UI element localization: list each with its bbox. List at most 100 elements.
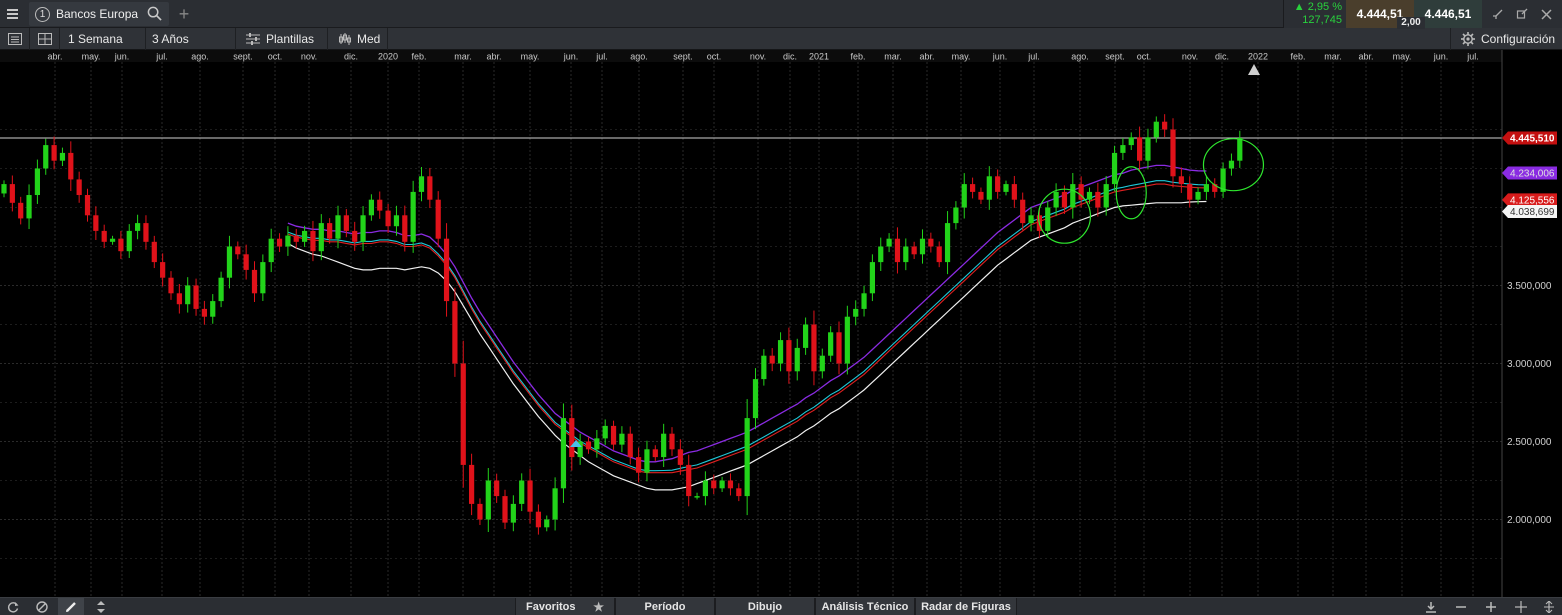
candle-body (836, 332, 842, 364)
candle-body (1187, 184, 1193, 200)
zoom-in-icon[interactable] (1478, 598, 1504, 615)
x-tick-label: sept. (233, 52, 253, 62)
list-view-button[interactable] (0, 28, 30, 50)
candle-body (276, 238, 283, 247)
candlestick-icon (339, 33, 351, 45)
candle-body (585, 441, 592, 450)
pattern-radar-button[interactable]: Radar de Figuras (915, 598, 1017, 615)
minimize-icon[interactable] (1492, 8, 1504, 20)
candle-body (502, 496, 508, 523)
candle-body (160, 262, 166, 278)
scale-adjust-icon[interactable] (1536, 598, 1562, 615)
x-tick-label: nov. (301, 52, 317, 62)
candle-body (886, 238, 892, 247)
settings-label: Configuración (1481, 32, 1556, 46)
candle-body (853, 308, 859, 317)
price-chart[interactable]: abr. may. jun. jul. ago. sept. oct. nov. dic. 202… (0, 50, 1562, 597)
candle-body (811, 324, 817, 372)
candle-body (260, 262, 266, 294)
candle-body (310, 230, 316, 252)
candle-body (9, 184, 15, 203)
candle-body (135, 223, 141, 231)
y-tick-label: 2.500,000 (1507, 437, 1552, 448)
pencil-icon[interactable] (58, 598, 84, 615)
search-icon[interactable] (147, 6, 162, 21)
refresh-icon[interactable] (0, 598, 26, 615)
x-tick-label: may. (952, 52, 971, 62)
range-selector[interactable]: 3 Años (146, 28, 236, 50)
candle-body (151, 241, 157, 263)
candle-body (460, 363, 466, 465)
x-tick-label: abr. (1358, 52, 1373, 62)
candle-body (185, 285, 191, 305)
candle-body (285, 235, 291, 247)
sliders-icon (246, 33, 260, 45)
price-axis-label-text: 4.125,556 (1510, 196, 1555, 207)
favorites-button[interactable]: Favoritos ★ (515, 598, 615, 615)
settings-button[interactable]: Configuración (1450, 28, 1562, 50)
crosshair-icon[interactable] (1508, 598, 1534, 615)
x-tick-label: feb. (411, 52, 426, 62)
candle-body (226, 246, 233, 278)
change-percent: ▲ 2,95 % (1293, 1, 1342, 13)
x-tick-label: may. (82, 52, 101, 62)
candle-body (168, 277, 174, 294)
candle-body (1103, 184, 1109, 208)
candle-body (894, 238, 901, 263)
candle-body (352, 230, 358, 242)
disable-icon[interactable] (29, 598, 55, 615)
x-tick-label: oct. (1137, 52, 1152, 62)
candle-body (109, 238, 116, 242)
candle-body (828, 332, 834, 356)
candle-body (1162, 121, 1168, 130)
candle-body (919, 238, 926, 255)
candle-body (1203, 184, 1209, 192)
candle-body (443, 238, 450, 302)
sort-arrows-icon[interactable] (88, 598, 114, 615)
timeframe-selector[interactable]: 1 Semana (60, 28, 146, 50)
y-tick-label: 3.000,000 (1507, 359, 1552, 370)
menu-icon[interactable] (0, 0, 24, 28)
candle-body (803, 324, 809, 348)
price-type-selector[interactable]: Med (328, 28, 388, 50)
candle-body (34, 168, 40, 196)
candle-body (477, 503, 483, 520)
zoom-out-icon[interactable] (1448, 598, 1474, 615)
candle-body (26, 195, 32, 219)
candle-body (736, 488, 742, 497)
candle-body (235, 246, 241, 255)
candle-body (911, 246, 917, 255)
drawing-menu-button[interactable]: Dibujo (715, 598, 815, 615)
candle-body (84, 195, 91, 216)
candle-body (1011, 184, 1017, 200)
x-tick-label: mar. (1324, 52, 1342, 62)
candle-body (686, 464, 692, 497)
x-tick-label: jun. (114, 52, 130, 62)
candle-body (602, 425, 608, 439)
candle-body (494, 480, 500, 497)
x-tick-label: jun. (1433, 52, 1449, 62)
download-icon[interactable] (1418, 598, 1444, 615)
sell-price-button[interactable]: 4.444,51 2,00 (1346, 0, 1425, 29)
x-tick-label: abr. (919, 52, 934, 62)
popout-icon[interactable] (1516, 8, 1528, 20)
close-icon[interactable] (1541, 8, 1552, 20)
x-tick-label: jun. (992, 52, 1008, 62)
instrument-tab[interactable]: 1 Bancos Europa (29, 2, 169, 26)
instrument-title: Bancos Europa (56, 7, 139, 21)
candle-body (752, 379, 759, 419)
candle-body (402, 215, 408, 242)
candle-body (1095, 191, 1101, 208)
candle-body (878, 246, 884, 263)
candle-body (786, 340, 792, 372)
candle-body (101, 230, 107, 242)
candle-body (343, 215, 349, 231)
x-tick-label: sept. (1105, 52, 1125, 62)
period-menu-button[interactable]: Período (615, 598, 715, 615)
layout-button[interactable] (30, 28, 60, 50)
candle-body (435, 199, 441, 239)
technical-analysis-button[interactable]: Análisis Técnico (815, 598, 915, 615)
x-tick-label: jul. (1466, 52, 1479, 62)
templates-button[interactable]: Plantillas (236, 28, 328, 50)
add-tab-button[interactable]: + (172, 0, 196, 28)
